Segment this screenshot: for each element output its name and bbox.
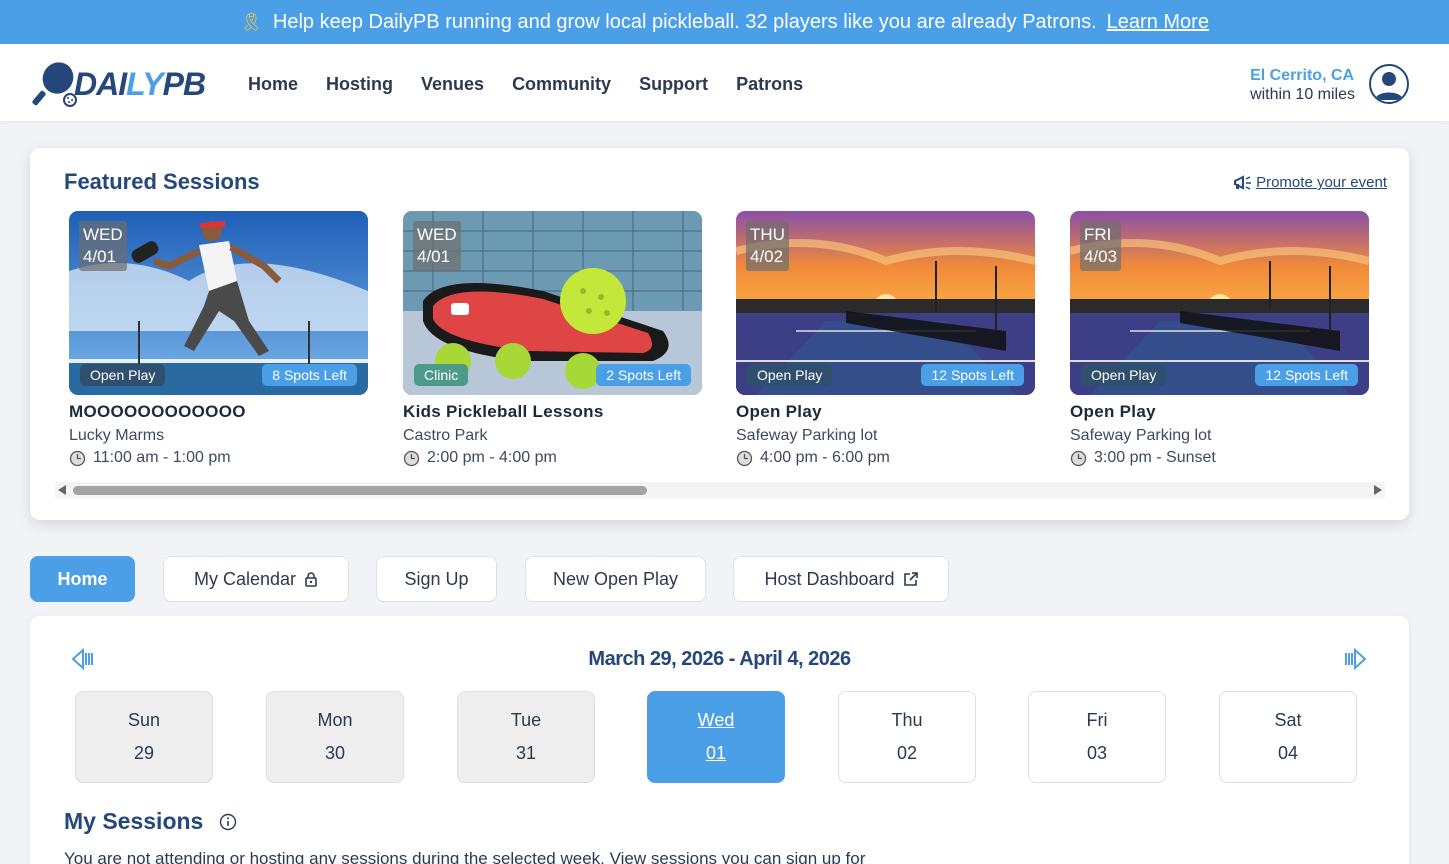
featured-session-card[interactable]: WED 4/01 Clinic 2 Spots Left Kids Pickleb… [403,211,702,467]
promote-event[interactable]: Promote your event [1233,174,1387,191]
session-title: Open Play [1070,402,1156,421]
external-link-icon [903,571,918,586]
session-time: 4:00 pm - 6:00 pm [736,449,1035,467]
promote-event-link[interactable]: Promote your event [1256,174,1387,191]
session-date-badge: THU 4/02 [746,221,789,271]
tab-new-open-play[interactable]: New Open Play [525,556,706,602]
scrollbar-thumb[interactable] [73,486,647,495]
session-date-badge: WED 4/01 [79,221,127,271]
nav-home[interactable]: Home [248,74,298,95]
session-type-badge: Open Play [747,364,833,386]
user-avatar-icon[interactable] [1369,64,1409,104]
day-sun[interactable]: Sun 29 [75,691,213,783]
session-venue: Safeway Parking lot [736,427,878,444]
logo-text: DAILYPB [74,65,206,102]
session-venue: Castro Park [403,427,488,444]
tab-sign-up[interactable]: Sign Up [376,556,497,602]
featured-sessions-panel: Featured Sessions Promote your event WED… [30,148,1409,520]
spots-left-badge: 12 Spots Left [921,364,1024,386]
spots-left-badge: 2 Spots Left [596,364,691,386]
navbar: DAILYPB Home Hosting Venues Community Su… [0,44,1449,121]
nav-support[interactable]: Support [639,74,708,95]
megaphone-icon [1234,174,1252,190]
banner-message: Help keep DailyPB running and grow local… [272,10,1097,33]
session-type-badge: Open Play [1081,364,1167,386]
day-fri[interactable]: Fri 03 [1028,691,1166,783]
session-type-badge: Clinic [414,364,469,386]
spots-left-badge: 8 Spots Left [262,364,357,386]
logo[interactable]: DAILYPB [30,60,206,108]
location-city: El Cerrito, CA [1250,67,1355,84]
day-mon[interactable]: Mon 30 [266,691,404,783]
nav-hosting[interactable]: Hosting [326,74,393,95]
spots-left-badge: 12 Spots Left [1255,364,1358,386]
day-sat[interactable]: Sat 04 [1219,691,1357,783]
pickleball-paddle-icon [32,62,77,107]
patron-banner: 🎗 Help keep DailyPB running and grow loc… [0,0,1449,44]
featured-session-card[interactable]: FRI 4/03 Open Play 12 Spots Left Open Pla… [1070,211,1369,467]
my-sessions-heading: My Sessions [64,808,237,835]
no-sessions-message: You are not attending or hosting any ses… [64,849,866,864]
session-venue: Safeway Parking lot [1070,427,1212,444]
nav-patrons[interactable]: Patrons [736,74,803,95]
scroll-right-arrow-icon[interactable] [1374,485,1382,495]
clock-icon [1070,450,1087,466]
featured-session-card[interactable]: WED 4/01 Open Play 8 Spots Left MOOOOOOOO… [69,211,368,467]
scroll-left-arrow-icon[interactable] [58,485,66,495]
session-title: MOOOOOOOOOOOO [69,402,246,421]
horizontal-scrollbar[interactable] [55,482,1385,498]
clock-icon [69,450,86,466]
weekly-calendar-panel: March 29, 2026 - April 4, 2026 Sun 29 Mon… [30,616,1409,864]
info-icon[interactable] [219,813,237,831]
next-week-icon[interactable] [1342,646,1368,672]
clock-icon [403,450,420,466]
tab-home[interactable]: Home [30,556,135,602]
day-tue[interactable]: Tue 31 [457,691,595,783]
clock-icon [736,450,753,466]
session-date-badge: FRI 4/03 [1080,221,1122,271]
nav-community[interactable]: Community [512,74,611,95]
location-selector[interactable]: El Cerrito, CA within 10 miles [1250,66,1355,104]
session-date-badge: WED 4/01 [413,221,461,271]
ribbon-icon: 🎗 [240,11,263,32]
session-title: Kids Pickleball Lessons [403,402,604,421]
session-image: FRI 4/03 Open Play 12 Spots Left [1070,211,1369,395]
lock-icon [305,572,317,587]
session-venue: Lucky Marms [69,427,165,444]
session-type-badge: Open Play [80,364,166,386]
location-range: within 10 miles [1250,86,1355,103]
featured-session-card[interactable]: THU 4/02 Open Play 12 Spots Left Open Pla… [736,211,1035,467]
session-image: THU 4/02 Open Play 12 Spots Left [736,211,1035,395]
session-time: 11:00 am - 1:00 pm [69,449,368,467]
tab-my-calendar[interactable]: My Calendar [163,556,349,602]
learn-more-link[interactable]: Learn More [1107,11,1209,34]
day-wed[interactable]: Wed 01 [647,691,785,783]
day-thu[interactable]: Thu 02 [838,691,976,783]
week-range-label: March 29, 2026 - April 4, 2026 [588,648,851,670]
main-nav: Home Hosting Venues Community Support Pa… [248,74,803,95]
tab-host-dashboard[interactable]: Host Dashboard [733,556,949,602]
session-title: Open Play [736,402,822,421]
session-time: 2:00 pm - 4:00 pm [403,449,702,467]
featured-title: Featured Sessions [64,169,260,194]
session-time: 3:00 pm - Sunset [1070,449,1369,467]
session-image: WED 4/01 Open Play 8 Spots Left [69,211,368,395]
session-image: WED 4/01 Clinic 2 Spots Left [403,211,702,395]
nav-venues[interactable]: Venues [421,74,484,95]
